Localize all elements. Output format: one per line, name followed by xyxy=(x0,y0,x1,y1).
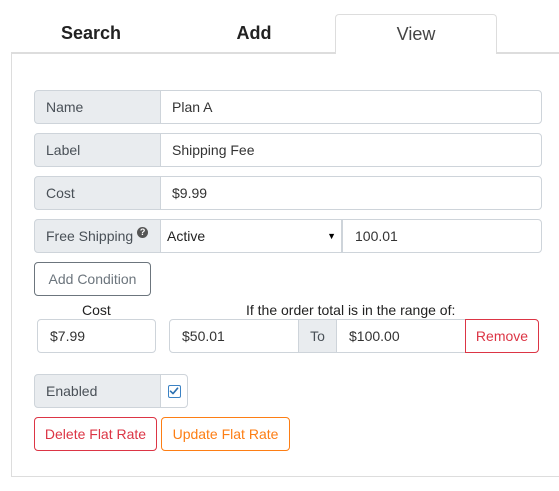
enabled-label: Enabled xyxy=(34,374,161,408)
free-shipping-threshold-input[interactable]: 100.01 xyxy=(342,219,542,253)
tab-add[interactable]: Add xyxy=(174,14,334,53)
enabled-checkbox-wrapper xyxy=(160,374,188,408)
question-circle-icon[interactable]: ? xyxy=(137,226,149,238)
tab-search[interactable]: Search xyxy=(11,14,171,53)
checkmark-icon xyxy=(169,387,179,395)
tab-view[interactable]: View xyxy=(335,14,497,54)
name-label: Name xyxy=(34,90,161,124)
delete-flat-rate-button[interactable]: Delete Flat Rate xyxy=(34,417,157,451)
free-shipping-label: Free Shipping ? xyxy=(34,219,161,253)
label-input[interactable]: Shipping Fee xyxy=(160,133,542,167)
chevron-down-icon: ▼ xyxy=(327,231,336,241)
free-shipping-label-text: Free Shipping xyxy=(46,228,134,244)
update-flat-rate-button[interactable]: Update Flat Rate xyxy=(161,417,290,451)
name-input[interactable]: Plan A xyxy=(160,90,542,124)
label-label: Label xyxy=(34,133,161,167)
condition-range-header: If the order total is in the range of: xyxy=(246,302,456,318)
enabled-checkbox[interactable] xyxy=(167,384,181,398)
remove-condition-button[interactable]: Remove xyxy=(465,319,539,353)
condition-to-label: To xyxy=(298,319,337,353)
condition-from-input[interactable]: $50.01 xyxy=(169,319,299,353)
condition-to-input[interactable]: $100.00 xyxy=(336,319,466,353)
cost-input[interactable]: $9.99 xyxy=(160,176,542,210)
cost-label: Cost xyxy=(34,176,161,210)
free-shipping-selected-value: Active xyxy=(167,228,206,244)
condition-cost-header: Cost xyxy=(82,302,111,318)
add-condition-button[interactable]: Add Condition xyxy=(34,262,151,296)
free-shipping-select[interactable]: Active ▼ xyxy=(160,219,342,253)
condition-cost-input[interactable]: $7.99 xyxy=(37,319,156,353)
